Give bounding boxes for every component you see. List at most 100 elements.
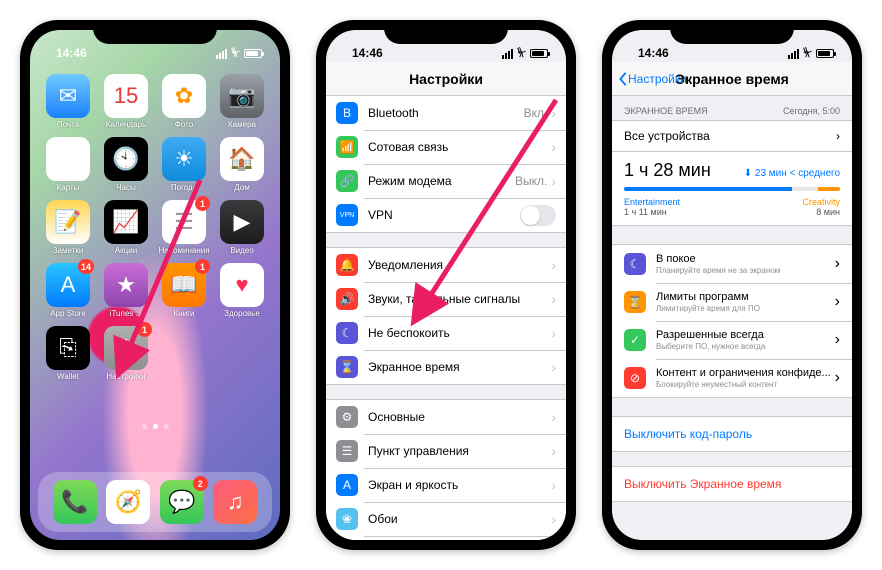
disable-screentime-button[interactable]: Выключить Экранное время <box>612 467 852 501</box>
chevron-icon: › <box>551 325 556 341</box>
settings-row-Экранное время[interactable]: ⌛Экранное время› <box>326 350 566 384</box>
row-detail: Вкл. <box>524 106 548 120</box>
app-Настройки[interactable]: ⚙1Настройки <box>100 326 152 381</box>
app-Здоровье[interactable]: ♥Здоровье <box>216 263 268 318</box>
status-time: 14:46 <box>48 46 87 60</box>
settings-row-Режим модема[interactable]: 🔗Режим модемаВыкл.› <box>326 164 566 198</box>
option-Контент и ограничения конфиде...[interactable]: ⊘Контент и ограничения конфиде...Блокиру… <box>612 359 852 397</box>
creativity-time: 8 мин <box>816 207 840 217</box>
dock-app-Сообщения[interactable]: 💬2 <box>160 480 204 524</box>
option-Разрешенные всегда[interactable]: ✓Разрешенные всегдаВыберите ПО, нужное в… <box>612 321 852 359</box>
row-icon: ☰ <box>336 440 358 462</box>
compare-text: ⬇ 23 мин < среднего <box>744 168 840 179</box>
settings-row-Основные[interactable]: ⚙Основные› <box>326 400 566 434</box>
row-detail: Выкл. <box>515 174 547 188</box>
row-label: Экранное время <box>368 360 551 374</box>
signal-icon <box>216 49 227 59</box>
dock-app-Музыка[interactable]: ♫ <box>213 480 257 524</box>
dock-app-Safari[interactable]: 🧭 <box>106 480 150 524</box>
signal-icon <box>502 49 513 59</box>
status-bar: 14:46 ⏧ <box>30 30 280 62</box>
app-Фото[interactable]: ✿Фото <box>158 74 210 129</box>
app-label: Здоровье <box>216 309 268 318</box>
app-label: Почта <box>42 120 94 129</box>
app-label: Книги <box>158 309 210 318</box>
chevron-icon: › <box>551 443 556 459</box>
total-time: 1 ч 28 мин <box>624 160 711 181</box>
row-icon: ❀ <box>336 508 358 530</box>
row-icon: ⚙ <box>336 406 358 428</box>
badge: 1 <box>137 322 152 337</box>
disable-passcode-button[interactable]: Выключить код-пароль <box>612 417 852 451</box>
app-label: Акции <box>100 246 152 255</box>
status-bar: 14:46 ⏧ <box>612 30 852 62</box>
chevron-icon: › <box>551 477 556 493</box>
app-Дом[interactable]: 🏠Дом <box>216 137 268 192</box>
chevron-icon: › <box>551 139 556 155</box>
app-Часы[interactable]: 🕙Часы <box>100 137 152 192</box>
app-Карты[interactable]: 🗺Карты <box>42 137 94 192</box>
chevron-icon: › <box>835 293 840 311</box>
app-Почта[interactable]: ✉Почта <box>42 74 94 129</box>
row-label: Звуки, тактильные сигналы <box>368 292 551 306</box>
row-icon: 📶 <box>336 136 358 158</box>
settings-row-Уведомления[interactable]: 🔔Уведомления› <box>326 248 566 282</box>
row-label: Обои <box>368 512 551 526</box>
toggle[interactable] <box>520 205 556 226</box>
settings-row-Обои[interactable]: ❀ Обои› <box>326 502 566 536</box>
wifi-icon: ⏧ <box>231 47 240 60</box>
battery-icon <box>816 49 834 58</box>
settings-row-VPN[interactable]: VPNVPN <box>326 198 566 232</box>
chevron-icon: › <box>835 369 840 387</box>
settings-row-Bluetooth[interactable]: BBluetoothВкл.› <box>326 96 566 130</box>
legend-entertainment: Entertainment <box>624 197 680 207</box>
settings-row-Siri и Поиск[interactable]: ◯Siri и Поиск› <box>326 536 566 540</box>
app-Погода[interactable]: ☀Погода <box>158 137 210 192</box>
battery-icon <box>244 49 262 58</box>
row-icon: ☾ <box>336 322 358 344</box>
chevron-icon: › <box>551 173 556 189</box>
app-Видео[interactable]: ▶Видео <box>216 200 268 255</box>
nav-title: Экранное время <box>675 71 789 87</box>
option-subtitle: Блокируйте неуместный контент <box>656 380 835 389</box>
row-icon: B <box>336 102 358 124</box>
entertainment-time: 1 ч 11 мин <box>624 207 667 217</box>
row-label: Пункт управления <box>368 444 551 458</box>
section-header-left: ЭКРАННОЕ ВРЕМЯ <box>624 106 708 116</box>
app-Заметки[interactable]: 📝Заметки <box>42 200 94 255</box>
settings-row-Пункт управления[interactable]: ☰ Пункт управления› <box>326 434 566 468</box>
app-App Store[interactable]: A14App Store <box>42 263 94 318</box>
app-Wallet[interactable]: ⎘Wallet <box>42 326 94 381</box>
app-Календарь[interactable]: 15Календарь <box>100 74 152 129</box>
option-title: В покое <box>656 253 835 265</box>
status-time: 14:46 <box>344 46 383 60</box>
option-title: Лимиты программ <box>656 291 835 303</box>
back-label: Настройки <box>628 72 687 86</box>
home-screen: ✉Почта15Календарь✿Фото📷Камера 🗺Карты🕙Часы… <box>30 30 280 540</box>
nav-title: Настройки <box>326 62 566 96</box>
all-devices-label[interactable]: Все устройства <box>624 129 836 143</box>
app-Книги[interactable]: 📖1Книги <box>158 263 210 318</box>
chevron-icon: › <box>551 511 556 527</box>
app-label: App Store <box>42 309 94 318</box>
settings-row-Экран и яркость[interactable]: AЭкран и яркость› <box>326 468 566 502</box>
app-Акции[interactable]: 📈Акции <box>100 200 152 255</box>
settings-row-Не беспокоить[interactable]: ☾ Не беспокоить› <box>326 316 566 350</box>
back-button[interactable]: Настройки <box>618 72 687 86</box>
row-label: Не беспокоить <box>368 326 551 340</box>
row-label: Сотовая связь <box>368 140 551 154</box>
app-label: Фото <box>158 120 210 129</box>
chevron-icon: › <box>551 359 556 375</box>
app-Напоминания[interactable]: ☰1Напоминания <box>158 200 210 255</box>
app-label: Погода <box>158 183 210 192</box>
option-icon: ⌛ <box>624 291 646 313</box>
app-Камера[interactable]: 📷Камера <box>216 74 268 129</box>
dock-app-Телефон[interactable]: 📞 <box>53 480 97 524</box>
option-Лимиты программ[interactable]: ⌛Лимиты программЛимитируйте время для ПО… <box>612 283 852 321</box>
app-iTunes ...[interactable]: ★iTunes ... <box>100 263 152 318</box>
settings-row-Звуки, тактильные сигналы[interactable]: 🔊Звуки, тактильные сигналы› <box>326 282 566 316</box>
settings-row-Сотовая связь[interactable]: 📶 Сотовая связь› <box>326 130 566 164</box>
option-В покое[interactable]: ☾В покоеПланируйте время не за экраном› <box>612 245 852 283</box>
app-label: Карты <box>42 183 94 192</box>
chevron-icon: › <box>551 291 556 307</box>
